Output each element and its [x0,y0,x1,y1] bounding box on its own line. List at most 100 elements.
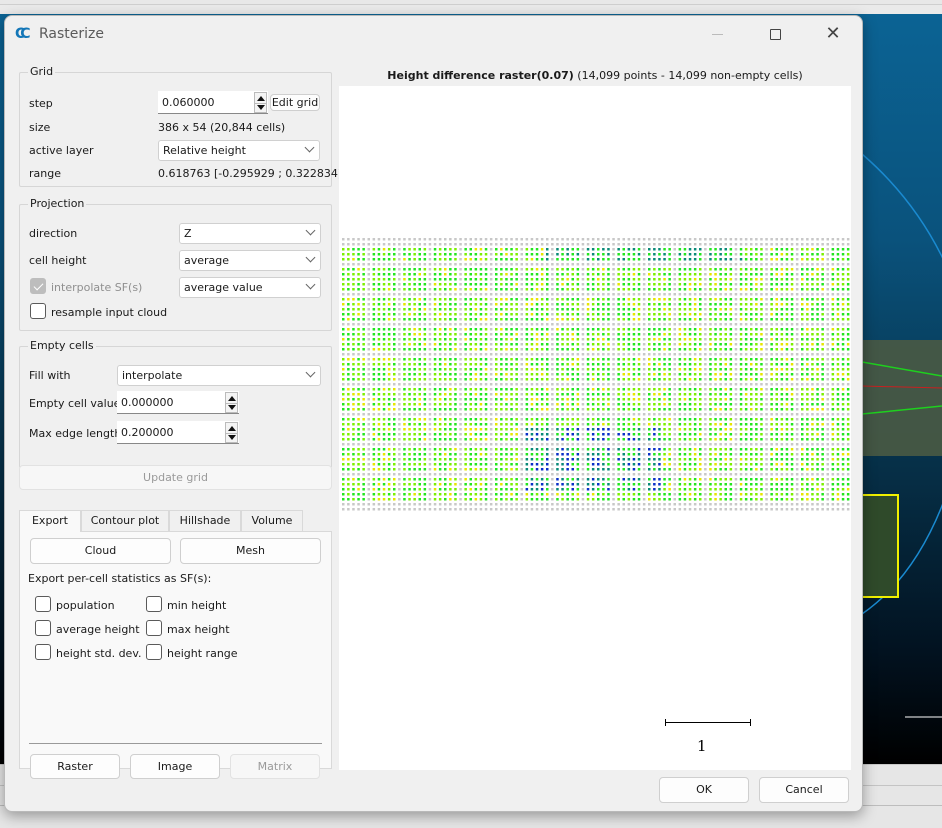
tab-volume[interactable]: Volume [241,510,303,531]
raster-cell [474,288,478,291]
spin-arrows[interactable] [225,422,238,443]
export-raster-button[interactable]: Raster [30,754,120,779]
raster-cell [795,383,799,386]
raster-cell [591,393,595,396]
spin-up-icon[interactable] [257,96,265,101]
tab-export[interactable]: Export [19,510,81,532]
raster-cell [821,423,824,426]
raster-cell [658,363,661,366]
update-grid-button[interactable]: Update grid [19,465,332,490]
spin-up-icon[interactable] [228,396,236,401]
raster-cell [775,243,778,246]
active-layer-dropdown[interactable]: Relative height [158,140,320,161]
tab-hillshade[interactable]: Hillshade [169,510,241,531]
spin-arrows[interactable] [225,392,238,413]
raster-cell [535,393,539,396]
height-std-dev-checkbox[interactable] [35,644,51,660]
export-image-button[interactable]: Image [130,754,220,779]
edit-grid-button[interactable]: Edit grid [270,94,320,111]
step-spinbox[interactable]: 0.060000 [158,91,268,114]
raster-cell [765,478,768,481]
spin-down-icon[interactable] [228,435,236,440]
raster-cell [535,428,539,431]
raster-cell [719,393,722,396]
raster-cell [816,448,819,451]
raster-cell [597,273,600,276]
raster-cell [449,443,452,446]
tab-contour-plot[interactable]: Contour plot [81,510,169,531]
raster-cell [367,403,370,406]
size-label: size [29,121,51,134]
resample-checkbox[interactable] [30,303,46,319]
close-button[interactable]: ✕ [811,22,855,46]
raster-cell [617,458,620,461]
raster-cell [841,398,845,401]
cell-height-dropdown[interactable]: average [179,250,321,271]
raster-cell [347,343,350,346]
raster-cell [627,248,631,251]
spin-down-icon[interactable] [257,105,265,110]
raster-preview[interactable]: 1 [339,86,851,770]
raster-cell [841,373,845,376]
raster-cell [714,358,717,361]
empty-cell-value-spinbox[interactable]: 0.000000 [117,391,239,414]
raster-cell [571,278,574,281]
raster-cell [454,353,457,356]
raster-cell [841,318,845,321]
interpolate-dropdown[interactable]: average value [179,277,321,298]
raster-cell [663,313,666,316]
spin-down-icon[interactable] [228,405,236,410]
minimize-button[interactable] [695,22,739,46]
raster-cell [719,468,722,471]
raster-cell [403,238,406,241]
raster-cell [642,478,646,481]
raster-cell [688,428,692,431]
interpolate-sf-checkbox[interactable] [30,278,46,294]
spin-up-icon[interactable] [228,426,236,431]
max-height-checkbox[interactable] [146,620,162,636]
raster-cell [729,453,733,456]
fill-with-dropdown[interactable]: interpolate [117,365,321,386]
raster-cell [801,343,804,346]
raster-cell [459,243,462,246]
export-matrix-button[interactable]: Matrix [230,754,320,779]
raster-cell [382,318,386,321]
raster-cell [795,298,799,301]
max-edge-length-spinbox[interactable]: 0.200000 [117,421,239,444]
raster-cell [500,353,503,356]
raster-cell [678,478,682,481]
maximize-button[interactable] [753,22,797,46]
raster-cell [841,313,845,316]
raster-cell [403,288,406,291]
average-height-checkbox[interactable] [35,620,51,636]
raster-cell [821,363,824,366]
raster-cell [673,443,676,446]
raster-cell [816,438,819,441]
raster-cell [530,473,534,476]
raster-cell [474,453,478,456]
raster-cell [627,398,631,401]
raster-cell [454,438,457,441]
height-range-checkbox[interactable] [146,644,162,660]
raster-cell [571,418,574,421]
population-checkbox[interactable] [35,596,51,612]
raster-cell [398,453,401,456]
raster-cell [367,328,370,331]
raster-cell [459,318,462,321]
raster-cell [602,398,605,401]
raster-cell [693,308,697,311]
direction-dropdown[interactable]: Z [179,223,321,244]
min-height-checkbox[interactable] [146,596,162,612]
raster-cell [469,363,472,366]
raster-cell [607,343,610,346]
raster-cell [408,288,411,291]
raster-cell [617,353,620,356]
raster-cell [576,323,580,326]
raster-cell [454,378,457,381]
raster-cell [816,373,819,376]
export-mesh-button[interactable]: Mesh [180,538,321,564]
raster-cell [520,328,523,331]
export-cloud-button[interactable]: Cloud [30,538,171,564]
step-spin-arrows[interactable] [254,92,267,113]
raster-cell [342,423,345,426]
